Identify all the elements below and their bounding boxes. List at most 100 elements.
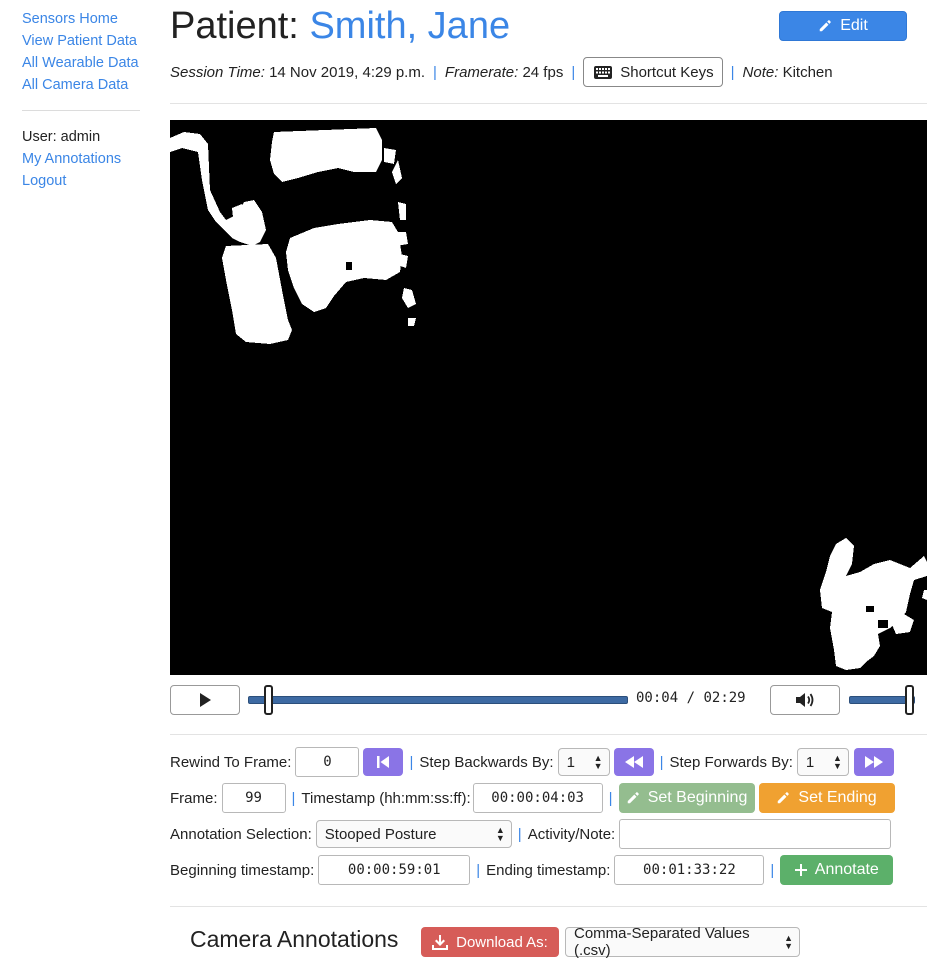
annotation-selection-select[interactable]: Stooped Posture ▲ ▼ xyxy=(315,820,512,848)
download-icon xyxy=(432,935,449,950)
shortcut-keys-button[interactable]: Shortcut Keys xyxy=(583,57,723,87)
set-ending-label: Set Ending xyxy=(798,789,877,806)
beginning-timestamp-field[interactable]: 00:00:59:01 xyxy=(318,855,471,885)
select-arrows-icon: ▲ ▼ xyxy=(784,933,793,951)
time-current: 00:04 xyxy=(636,690,679,706)
video-silhouette-image xyxy=(170,128,927,670)
select-arrows-icon: ▲ ▼ xyxy=(495,825,505,843)
volume-slider-thumb[interactable] xyxy=(905,685,914,715)
rewind-button[interactable] xyxy=(363,748,404,776)
step-fwd-label: Step Forwards By: xyxy=(669,753,793,771)
step-forward-button[interactable] xyxy=(853,748,894,776)
shortcut-keys-label: Shortcut Keys xyxy=(620,63,714,81)
separator: | xyxy=(517,825,522,843)
sidebar-divider xyxy=(22,110,140,111)
framerate-value: 24 fps xyxy=(522,63,564,81)
frame-label: Frame: xyxy=(170,789,218,807)
plus-icon xyxy=(794,864,807,876)
edit-label: Edit xyxy=(840,17,868,34)
separator: | xyxy=(291,789,296,807)
separator: | xyxy=(608,789,613,807)
divider xyxy=(170,906,927,907)
session-meta: Session Time: 14 Nov 2019, 4:29 p.m. | F… xyxy=(170,57,833,87)
page-title: Patient: Smith, Jane xyxy=(170,2,510,50)
frame-info-row: Frame: 99 | Timestamp (hh:mm:ss:ff): 00:… xyxy=(170,782,895,814)
title-prefix: Patient: xyxy=(170,5,299,47)
sidebar-link-all-wearable-data[interactable]: All Wearable Data xyxy=(22,52,142,74)
separator: | xyxy=(409,753,414,771)
sidebar-link-sensors-home[interactable]: Sensors Home xyxy=(22,8,142,30)
time-separator: / xyxy=(686,690,696,706)
download-button[interactable]: Download As: xyxy=(421,927,559,957)
step-fwd-value: 1 xyxy=(805,753,815,771)
separator: | xyxy=(730,63,735,81)
annotation-selection-label: Annotation Selection: xyxy=(170,825,312,843)
download-format-select[interactable]: Comma-Separated Values (.csv) ▲ ▼ xyxy=(565,925,800,959)
separator: | xyxy=(571,63,576,81)
volume-slider[interactable] xyxy=(849,685,915,715)
framerate-label: Framerate: xyxy=(444,63,519,81)
set-ending-button[interactable]: Set Ending xyxy=(758,783,895,813)
seek-bar-thumb[interactable] xyxy=(263,685,273,715)
user-label: User: admin xyxy=(22,129,101,145)
select-arrows-icon: ▲ ▼ xyxy=(593,753,603,771)
sidebar-link-my-annotations[interactable]: My Annotations xyxy=(22,148,142,170)
patient-name: Smith, Jane xyxy=(309,5,511,47)
ending-timestamp-field[interactable]: 00:01:33:22 xyxy=(614,855,765,885)
frame-value-field: 99 xyxy=(221,783,286,813)
pencil-icon xyxy=(778,792,790,804)
activity-note-label: Activity/Note: xyxy=(527,825,616,843)
sidebar-link-logout[interactable]: Logout xyxy=(22,170,142,192)
set-beginning-button[interactable]: Set Beginning xyxy=(618,783,755,813)
session-time-value: 14 Nov 2019, 4:29 p.m. xyxy=(269,63,426,81)
separator: | xyxy=(659,753,664,771)
player-controls: 00:04 / 02:29 xyxy=(170,684,927,716)
note-value: Kitchen xyxy=(782,63,833,81)
frame-navigation-row: Rewind To Frame: 0 | Step Backwards By: … xyxy=(170,746,894,778)
skip-start-icon xyxy=(377,756,390,768)
annotate-label: Annotate xyxy=(814,861,879,878)
camera-annotations-heading: Camera Annotations xyxy=(190,926,399,952)
annotation-selection-value: Stooped Posture xyxy=(324,825,437,843)
sidebar: Sensors Home View Patient Data All Weara… xyxy=(22,8,142,192)
separator: | xyxy=(476,861,481,879)
edit-button[interactable]: Edit xyxy=(779,11,907,41)
play-icon xyxy=(200,693,211,707)
rewind-icon xyxy=(624,756,643,768)
download-format-value: Comma-Separated Values (.csv) xyxy=(574,925,750,959)
step-fwd-select[interactable]: 1 ▲ ▼ xyxy=(796,748,849,776)
divider xyxy=(170,734,927,735)
session-time-label: Session Time: xyxy=(170,63,265,81)
activity-note-input[interactable] xyxy=(619,819,892,849)
divider xyxy=(170,103,927,104)
sidebar-link-view-patient-data[interactable]: View Patient Data xyxy=(22,30,142,52)
annotation-selection-row: Annotation Selection: Stooped Posture ▲ ▼… xyxy=(170,818,892,850)
pencil-icon xyxy=(819,20,831,32)
step-back-value: 1 xyxy=(566,753,575,771)
step-back-select[interactable]: 1 ▲ ▼ xyxy=(557,748,610,776)
rewind-label: Rewind To Frame: xyxy=(170,753,292,771)
play-button[interactable] xyxy=(170,685,240,715)
annotate-button[interactable]: Annotate xyxy=(780,855,894,885)
beginning-timestamp-label: Beginning timestamp: xyxy=(170,861,315,879)
note-label: Note: xyxy=(742,63,779,81)
time-total: 02:29 xyxy=(703,690,746,706)
timestamp-row: Beginning timestamp: 00:00:59:01 | Endin… xyxy=(170,854,894,886)
ending-timestamp-label: Ending timestamp: xyxy=(486,861,611,879)
timestamp-label: Timestamp (hh:mm:ss:ff): xyxy=(301,789,471,807)
sidebar-link-all-camera-data[interactable]: All Camera Data xyxy=(22,74,142,96)
time-display: 00:04 / 02:29 xyxy=(636,690,746,706)
video-frame[interactable] xyxy=(170,120,927,675)
download-label: Download As: xyxy=(456,933,548,951)
set-beginning-label: Set Beginning xyxy=(647,789,748,806)
timestamp-value-field: 00:00:04:03 xyxy=(472,783,603,813)
fast-forward-icon xyxy=(864,756,883,768)
select-arrows-icon: ▲ ▼ xyxy=(832,753,842,771)
step-back-label: Step Backwards By: xyxy=(419,753,554,771)
step-back-button[interactable] xyxy=(613,748,654,776)
mute-button[interactable] xyxy=(770,685,840,715)
seek-bar[interactable] xyxy=(248,685,628,715)
separator: | xyxy=(433,63,437,81)
rewind-frame-input[interactable]: 0 xyxy=(295,747,360,777)
volume-icon xyxy=(796,693,814,707)
